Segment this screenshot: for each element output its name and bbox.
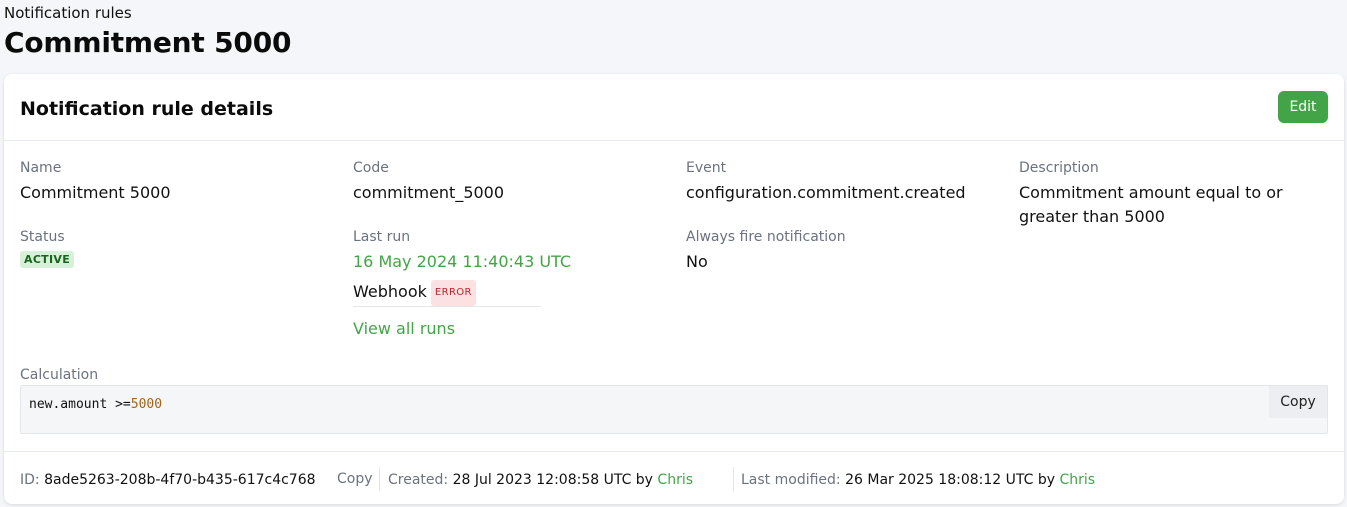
run-divider bbox=[353, 306, 541, 307]
footer-divider-1 bbox=[379, 467, 380, 491]
footer-id-value: 8ade5263-208b-4f70-b435-617c4c768 bbox=[44, 472, 316, 488]
view-all-runs-link[interactable]: View all runs bbox=[353, 317, 455, 341]
last-run-channel: Webhook ERROR bbox=[353, 280, 653, 306]
created-by-link[interactable]: Chris bbox=[657, 472, 693, 488]
copy-calculation-button[interactable]: Copy bbox=[1269, 386, 1327, 418]
footer-divider-2 bbox=[733, 467, 734, 491]
field-description: Description Commitment amount equal to o… bbox=[1019, 160, 1329, 229]
field-name: Name Commitment 5000 bbox=[20, 160, 320, 205]
card-footer: ID: 8ade5263-208b-4f70-b435-617c4c768 Co… bbox=[4, 451, 1344, 505]
footer-created-value: 28 Jul 2023 12:08:58 UTC by bbox=[452, 472, 653, 488]
field-status: Status ACTIVE bbox=[20, 229, 320, 268]
card-title: Notification rule details bbox=[20, 98, 274, 120]
page-title: Commitment 5000 bbox=[4, 26, 292, 59]
footer-created: Created: 28 Jul 2023 12:08:58 UTC by Chr… bbox=[388, 472, 693, 488]
card-header: Notification rule details Edit bbox=[4, 74, 1344, 141]
calculation-label-wrap: Calculation bbox=[20, 367, 98, 383]
footer-created-label: Created: bbox=[388, 472, 449, 488]
field-always-fire: Always fire notification No bbox=[686, 229, 986, 274]
footer-id-label: ID: bbox=[20, 472, 40, 488]
footer-modified-label: Last modified: bbox=[741, 472, 841, 488]
view-all-runs: View all runs bbox=[353, 317, 455, 341]
field-always-fire-value: No bbox=[686, 252, 708, 271]
calculation-code: new.amount >=5000 bbox=[29, 397, 162, 412]
calculation-label: Calculation bbox=[20, 367, 99, 383]
field-name-label: Name bbox=[20, 160, 62, 176]
details-card: Notification rule details Edit Name Comm… bbox=[4, 74, 1344, 504]
calculation-code-expr: new.amount >= bbox=[29, 397, 131, 412]
error-badge: ERROR bbox=[430, 280, 476, 306]
field-code-label: Code bbox=[353, 160, 389, 176]
field-event: Event configuration.commitment.created bbox=[686, 160, 986, 205]
copy-id-button[interactable]: Copy bbox=[337, 471, 373, 487]
calculation-code-box: new.amount >=5000 Copy bbox=[20, 385, 1328, 434]
field-event-label: Event bbox=[686, 160, 727, 176]
field-description-value: Commitment amount equal to or greater th… bbox=[1019, 183, 1283, 226]
field-last-run: Last run 16 May 2024 11:40:43 UTC Webhoo… bbox=[353, 229, 653, 306]
field-event-value: configuration.commitment.created bbox=[686, 183, 966, 202]
footer-modified-value: 26 Mar 2025 18:08:12 UTC by bbox=[845, 472, 1056, 488]
modified-by-link[interactable]: Chris bbox=[1059, 472, 1095, 488]
last-run-channel-name: Webhook bbox=[353, 282, 427, 301]
field-last-run-label: Last run bbox=[353, 229, 411, 245]
last-run-link[interactable]: 16 May 2024 11:40:43 UTC bbox=[353, 250, 653, 274]
field-always-fire-label: Always fire notification bbox=[686, 229, 846, 245]
field-name-value: Commitment 5000 bbox=[20, 183, 171, 202]
field-status-label: Status bbox=[20, 229, 65, 245]
field-description-label: Description bbox=[1019, 160, 1099, 176]
footer-modified: Last modified: 26 Mar 2025 18:08:12 UTC … bbox=[741, 472, 1095, 488]
field-code-value: commitment_5000 bbox=[353, 183, 505, 202]
footer-id: ID: 8ade5263-208b-4f70-b435-617c4c768 bbox=[20, 472, 316, 488]
edit-button[interactable]: Edit bbox=[1278, 91, 1328, 123]
calculation-code-number: 5000 bbox=[130, 397, 163, 412]
status-badge: ACTIVE bbox=[20, 251, 75, 268]
field-code: Code commitment_5000 bbox=[353, 160, 653, 205]
breadcrumb[interactable]: Notification rules bbox=[4, 4, 132, 22]
